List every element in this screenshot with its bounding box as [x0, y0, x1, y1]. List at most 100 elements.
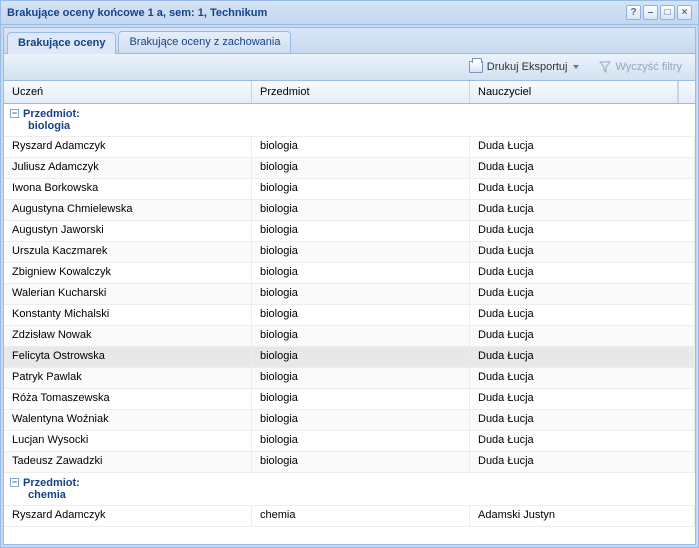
cell-subject: biologia — [252, 452, 470, 472]
cell-student: Lucjan Wysocki — [4, 431, 252, 451]
group-header[interactable]: −Przedmiot:biologia — [4, 104, 695, 137]
print-export-label: Drukuj Eksportuj — [487, 61, 568, 73]
cell-student: Zdzisław Nowak — [4, 326, 252, 346]
group-value: chemia — [10, 489, 689, 501]
table-row[interactable]: Augustyna ChmielewskabiologiaDuda Łucja — [4, 200, 695, 221]
cell-subject: biologia — [252, 284, 470, 304]
cell-student: Juliusz Adamczyk — [4, 158, 252, 178]
cell-subject: biologia — [252, 179, 470, 199]
column-header-label: Uczeń — [12, 86, 43, 98]
table-row[interactable]: Walerian KucharskibiologiaDuda Łucja — [4, 284, 695, 305]
table-row[interactable]: Róża TomaszewskabiologiaDuda Łucja — [4, 389, 695, 410]
table-row[interactable]: Augustyn JaworskibiologiaDuda Łucja — [4, 221, 695, 242]
cell-subject: biologia — [252, 368, 470, 388]
cell-student: Walerian Kucharski — [4, 284, 252, 304]
cell-student: Tadeusz Zawadzki — [4, 452, 252, 472]
window-title: Brakujące oceny końcowe 1 a, sem: 1, Tec… — [7, 7, 626, 19]
cell-teacher: Duda Łucja — [470, 389, 695, 409]
cell-student: Konstanty Michalski — [4, 305, 252, 325]
cell-subject: biologia — [252, 242, 470, 262]
cell-student: Ryszard Adamczyk — [4, 137, 252, 157]
cell-student: Augustyna Chmielewska — [4, 200, 252, 220]
column-header-student[interactable]: Uczeń — [4, 81, 252, 103]
cell-subject: biologia — [252, 326, 470, 346]
column-header-label: Nauczyciel — [478, 86, 531, 98]
cell-subject: biologia — [252, 221, 470, 241]
cell-teacher: Adamski Justyn — [470, 506, 695, 526]
cell-student: Róża Tomaszewska — [4, 389, 252, 409]
window: Brakujące oceny końcowe 1 a, sem: 1, Tec… — [0, 0, 699, 548]
tab-missing-grades[interactable]: Brakujące oceny — [7, 32, 116, 54]
group-label: Przedmiot: — [23, 108, 80, 120]
cell-teacher: Duda Łucja — [470, 179, 695, 199]
cell-subject: biologia — [252, 347, 470, 367]
print-export-button[interactable]: Drukuj Eksportuj — [462, 58, 587, 76]
table-row[interactable]: Ryszard AdamczykchemiaAdamski Justyn — [4, 506, 695, 527]
grid-body[interactable]: −Przedmiot:biologiaRyszard Adamczykbiolo… — [4, 104, 695, 544]
cell-student: Walentyna Woźniak — [4, 410, 252, 430]
table-row[interactable]: Urszula KaczmarekbiologiaDuda Łucja — [4, 242, 695, 263]
table-row[interactable]: Konstanty MichalskibiologiaDuda Łucja — [4, 305, 695, 326]
cell-teacher: Duda Łucja — [470, 263, 695, 283]
tabstrip: Brakujące oceny Brakujące oceny z zachow… — [4, 28, 695, 54]
collapse-icon[interactable]: − — [10, 478, 19, 487]
cell-student: Urszula Kaczmarek — [4, 242, 252, 262]
cell-teacher: Duda Łucja — [470, 242, 695, 262]
table-row[interactable]: Juliusz AdamczykbiologiaDuda Łucja — [4, 158, 695, 179]
table-row[interactable]: Walentyna WoźniakbiologiaDuda Łucja — [4, 410, 695, 431]
toolbar: Drukuj Eksportuj Wyczyść filtry — [4, 54, 695, 81]
table-row[interactable]: Zdzisław NowakbiologiaDuda Łucja — [4, 326, 695, 347]
minimize-button[interactable]: – — [643, 5, 658, 20]
maximize-button[interactable]: □ — [660, 5, 675, 20]
printer-icon — [469, 61, 483, 73]
cell-student: Felicyta Ostrowska — [4, 347, 252, 367]
cell-subject: biologia — [252, 200, 470, 220]
cell-teacher: Duda Łucja — [470, 200, 695, 220]
cell-subject: biologia — [252, 410, 470, 430]
table-row[interactable]: Zbigniew KowalczykbiologiaDuda Łucja — [4, 263, 695, 284]
group-header[interactable]: −Przedmiot:chemia — [4, 473, 695, 506]
cell-teacher: Duda Łucja — [470, 431, 695, 451]
close-button[interactable]: × — [677, 5, 692, 20]
table-row[interactable]: Tadeusz ZawadzkibiologiaDuda Łucja — [4, 452, 695, 473]
table-row[interactable]: Felicyta OstrowskabiologiaDuda Łucja — [4, 347, 695, 368]
group-value: biologia — [10, 120, 689, 132]
table-row[interactable]: Patryk PawlakbiologiaDuda Łucja — [4, 368, 695, 389]
cell-teacher: Duda Łucja — [470, 221, 695, 241]
table-row[interactable]: Lucjan WysockibiologiaDuda Łucja — [4, 431, 695, 452]
cell-teacher: Duda Łucja — [470, 158, 695, 178]
cell-student: Zbigniew Kowalczyk — [4, 263, 252, 283]
clear-filters-label: Wyczyść filtry — [615, 61, 682, 73]
column-header-teacher[interactable]: Nauczyciel — [470, 81, 678, 103]
table-row[interactable]: Ryszard AdamczykbiologiaDuda Łucja — [4, 137, 695, 158]
cell-subject: biologia — [252, 137, 470, 157]
cell-subject: biologia — [252, 305, 470, 325]
cell-teacher: Duda Łucja — [470, 137, 695, 157]
help-button[interactable]: ? — [626, 5, 641, 20]
window-buttons: ? – □ × — [626, 5, 692, 20]
cell-teacher: Duda Łucja — [470, 452, 695, 472]
titlebar: Brakujące oceny końcowe 1 a, sem: 1, Tec… — [1, 1, 698, 25]
tab-label: Brakujące oceny z zachowania — [129, 36, 280, 48]
cell-subject: biologia — [252, 158, 470, 178]
table-row[interactable]: Iwona BorkowskabiologiaDuda Łucja — [4, 179, 695, 200]
cell-teacher: Duda Łucja — [470, 305, 695, 325]
column-header-subject[interactable]: Przedmiot — [252, 81, 470, 103]
clear-filters-button[interactable]: Wyczyść filtry — [592, 58, 689, 76]
panel-body: Brakujące oceny Brakujące oceny z zachow… — [3, 27, 696, 545]
cell-student: Augustyn Jaworski — [4, 221, 252, 241]
funnel-icon — [599, 61, 611, 73]
tab-label: Brakujące oceny — [18, 37, 105, 49]
cell-subject: biologia — [252, 389, 470, 409]
grid-header: Uczeń Przedmiot Nauczyciel — [4, 81, 695, 104]
cell-teacher: Duda Łucja — [470, 347, 695, 367]
cell-subject: chemia — [252, 506, 470, 526]
tab-missing-behavior-grades[interactable]: Brakujące oceny z zachowania — [118, 31, 291, 53]
cell-subject: biologia — [252, 431, 470, 451]
collapse-icon[interactable]: − — [10, 109, 19, 118]
cell-teacher: Duda Łucja — [470, 326, 695, 346]
chevron-down-icon — [573, 65, 579, 69]
cell-student: Iwona Borkowska — [4, 179, 252, 199]
cell-student: Ryszard Adamczyk — [4, 506, 252, 526]
cell-teacher: Duda Łucja — [470, 368, 695, 388]
